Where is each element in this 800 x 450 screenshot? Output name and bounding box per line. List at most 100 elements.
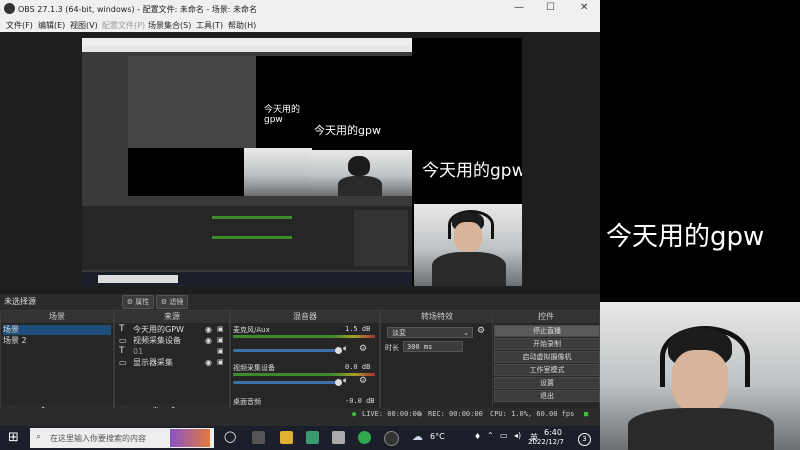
volume-slider-knob[interactable] <box>335 379 342 386</box>
transition-type-select[interactable]: 淡変 ⌄ <box>387 327 473 338</box>
chevron-up-icon[interactable]: ⌃ <box>487 431 494 440</box>
nested-inner-screenshot <box>128 56 256 148</box>
controls-header: 控件 <box>493 311 599 323</box>
clock-date[interactable]: 2022/12/7 <box>528 438 564 446</box>
maximize-button[interactable]: ☐ <box>546 2 555 13</box>
mixer-channel-db: -0.0 dB <box>345 397 375 405</box>
nested-docks <box>82 206 412 270</box>
weather-cloud-icon[interactable]: ☁ <box>412 430 423 443</box>
preview-canvas[interactable]: 今天用的gpw 今天用的gpw 今天用的gpw <box>82 38 522 286</box>
scene-item[interactable]: 场景 <box>3 325 111 335</box>
menu-view[interactable]: 视图(V) <box>70 20 98 31</box>
taskbar-app-icon[interactable] <box>280 431 293 444</box>
notification-badge[interactable]: 3 <box>578 433 591 446</box>
speaker-icon[interactable]: 🔈︎ <box>343 376 348 386</box>
nested-taskbar-search <box>98 275 178 283</box>
search-icon: ⌕ <box>36 432 42 442</box>
monitor-icon: ▭ <box>119 358 127 367</box>
microphone-icon[interactable]: ♦ <box>474 432 481 441</box>
menu-bar: 文件(F) 编辑(E) 视图(V) 配置文件(P) 场景集合(S) 工具(T) … <box>0 18 600 33</box>
close-button[interactable]: ✕ <box>580 2 588 13</box>
volume-slider[interactable] <box>233 381 337 384</box>
taskbar-app-icon[interactable] <box>358 431 371 444</box>
menu-tools[interactable]: 工具(T) <box>196 20 223 31</box>
transitions-dock: 转场特效 淡変 ⌄ ⚙ 时长 300 ms <box>380 310 494 422</box>
lock-icon[interactable]: ▣ <box>217 325 224 333</box>
chevron-down-icon: ⌄ <box>463 329 469 337</box>
obs-taskbar-icon[interactable] <box>384 431 399 446</box>
window-title: OBS 27.1.3 (64-bit, windows) - 配置文件: 未命名… <box>18 5 258 14</box>
duration-input[interactable]: 300 ms <box>403 341 463 352</box>
nested-controls <box>354 210 408 266</box>
live-indicator-icon: ● <box>352 410 357 418</box>
start-recording-button[interactable]: 开始录制 <box>494 338 600 350</box>
menu-file[interactable]: 文件(F) <box>6 20 33 31</box>
speaker-icon[interactable]: 🔈︎ <box>343 344 348 354</box>
gear-icon[interactable]: ⚙ <box>477 326 485 336</box>
stop-streaming-button[interactable]: 停止直播 <box>494 325 600 337</box>
exit-button[interactable]: 退出 <box>494 390 600 402</box>
source-item[interactable]: 01 <box>117 347 227 357</box>
sources-header: 来源 <box>115 311 229 323</box>
scenes-dock: 场景 场景 场景 2 + — ⌃ ⌄ <box>0 310 114 422</box>
lock-icon[interactable]: ▣ <box>217 347 224 355</box>
start-virtual-camera-button[interactable]: 启动虚拟摄像机 <box>494 351 600 363</box>
volume-icon[interactable]: ◂) <box>514 431 521 440</box>
nested-webcam-2 <box>310 150 412 196</box>
volume-slider[interactable] <box>233 349 337 352</box>
volume-meter <box>233 373 375 376</box>
taskbar-search[interactable]: ⌕ 在这里输入你要搜索的内容 <box>30 428 214 448</box>
stream-health-icon: ■ <box>584 410 589 418</box>
search-highlight-icon <box>170 429 210 447</box>
mixer-header: 混音器 <box>231 311 379 323</box>
no-source-label: 未选择源 <box>4 297 36 306</box>
transition-type-value: 淡変 <box>392 329 406 337</box>
clock-time[interactable]: 6:40 <box>544 428 562 437</box>
duration-label: 时长 <box>385 344 399 352</box>
menu-scene-collection[interactable]: 场景集合(S) <box>148 20 191 31</box>
source-label: 01 <box>133 347 144 356</box>
network-icon[interactable]: ▭ <box>500 431 508 440</box>
mixer-channel-db: 0.0 dB <box>345 363 371 371</box>
filters-label: 滤镜 <box>169 298 184 306</box>
taskbar-app-icon[interactable] <box>332 431 345 444</box>
source-label: 视频采集设备 <box>133 336 181 345</box>
minimize-button[interactable]: — <box>514 2 524 13</box>
cpu-fps-readout: CPU: 1.0%, 60.00 fps <box>490 410 575 418</box>
visibility-eye-icon[interactable]: ◉ <box>205 336 212 345</box>
taskbar-app-icon[interactable] <box>306 431 319 444</box>
live-timer: LIVE: 00:00:00 <box>362 410 422 418</box>
filters-button[interactable]: ⚙ 滤镜 <box>156 295 188 309</box>
gear-icon[interactable]: ⚙ <box>359 376 367 386</box>
menu-edit[interactable]: 编辑(E) <box>38 20 65 31</box>
gear-icon[interactable]: ⚙ <box>359 344 367 354</box>
search-placeholder: 在这里输入你要搜索的内容 <box>50 434 146 443</box>
studio-mode-button[interactable]: 工作室模式 <box>494 364 600 376</box>
taskbar-app-icon[interactable] <box>252 431 265 444</box>
weather-temperature[interactable]: 6°C <box>430 432 445 441</box>
windows-start-icon[interactable]: ⊞ <box>8 430 19 445</box>
source-toolbar: 未选择源 ⚙ 属性 ⚙ 滤镜 <box>0 294 600 310</box>
menu-help[interactable]: 帮助(H) <box>228 20 256 31</box>
volume-slider-knob[interactable] <box>335 347 342 354</box>
properties-button[interactable]: ⚙ 属性 <box>122 295 154 309</box>
text-source-icon: T <box>119 346 125 356</box>
mixer-channel-name: 视频采集设备 <box>233 364 275 372</box>
menu-profile[interactable]: 配置文件(P) <box>102 20 145 31</box>
task-view-icon[interactable]: ◯ <box>224 430 236 443</box>
source-label: 今天用的GPW <box>133 325 184 334</box>
lock-icon[interactable]: ▣ <box>217 336 224 344</box>
scenes-header: 场景 <box>1 311 113 323</box>
nested-obs-screenshot: 今天用的gpw 今天用的gpw <box>82 38 412 286</box>
visibility-eye-icon[interactable]: ◉ <box>205 325 212 334</box>
scene-item[interactable]: 场景 2 <box>3 336 111 346</box>
visibility-eye-icon[interactable]: ◉ <box>205 358 212 367</box>
stream-overlay-text: 今天用的gpw <box>606 222 765 252</box>
nested-meter <box>212 216 292 219</box>
text-source-icon: T <box>119 324 125 334</box>
lock-icon[interactable]: ▣ <box>217 358 224 366</box>
canvas-webcam <box>414 204 522 286</box>
transitions-header: 转场特效 <box>381 311 493 323</box>
settings-button[interactable]: 设置 <box>494 377 600 389</box>
source-label: 显示器采集 <box>133 358 173 367</box>
